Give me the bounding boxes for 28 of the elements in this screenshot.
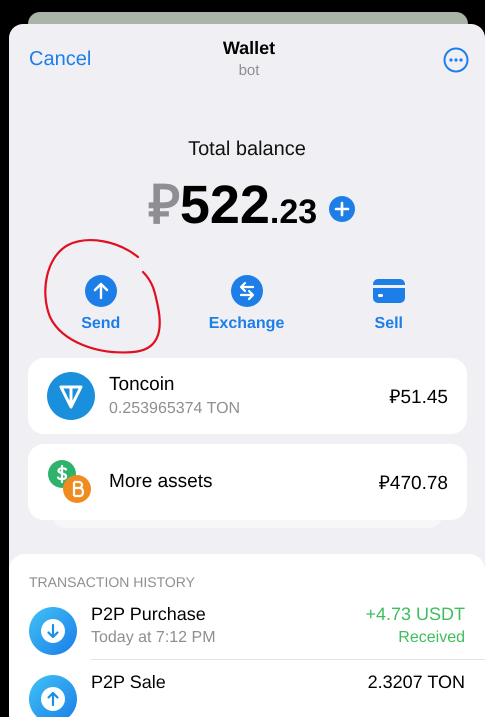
more-icon[interactable] bbox=[443, 47, 469, 73]
transaction-row[interactable]: P2P Purchase Today at 7:12 PM +4.73 USDT Received bbox=[29, 604, 485, 672]
balance-amount: ₽522.23 bbox=[148, 174, 318, 237]
plus-icon[interactable] bbox=[329, 196, 356, 222]
asset-value: ₽470.78 bbox=[378, 472, 448, 495]
transaction-status: Received bbox=[397, 629, 465, 647]
transaction-amount: 2.3207 TON bbox=[368, 672, 465, 693]
transaction-title: P2P Sale bbox=[91, 672, 166, 693]
action-button[interactable]: Exchange bbox=[208, 275, 284, 333]
window-title: Wallet bbox=[222, 38, 276, 59]
balance-label: Total balance bbox=[187, 138, 307, 161]
asset-amount: 0.253965374 TON bbox=[109, 400, 242, 418]
swap-arrows-icon bbox=[230, 275, 263, 307]
action-button[interactable]: Sell bbox=[372, 275, 405, 333]
transaction-amount: +4.73 USDT bbox=[365, 604, 465, 625]
transaction-time: Today at 7:12 PM bbox=[91, 629, 216, 647]
section-heading: TRANSACTION HISTORY bbox=[29, 574, 196, 590]
asset-card[interactable]: Toncoin 0.253965374 TON ₽51.45 bbox=[28, 358, 467, 434]
cancel-link[interactable]: Cancel bbox=[29, 48, 119, 71]
toncoin-icon bbox=[47, 372, 95, 420]
asset-card[interactable]: More assets ₽470.78 bbox=[28, 444, 467, 520]
window-subtitle: bot bbox=[238, 62, 260, 79]
transaction-row[interactable]: P2P Sale 2.3207 TON bbox=[29, 672, 485, 717]
asset-value: ₽51.45 bbox=[389, 386, 448, 409]
transaction-title: P2P Purchase bbox=[91, 604, 207, 625]
action-button[interactable]: Send bbox=[81, 275, 120, 333]
asset-name: More assets bbox=[109, 471, 214, 493]
asset-name: Toncoin bbox=[109, 374, 176, 396]
